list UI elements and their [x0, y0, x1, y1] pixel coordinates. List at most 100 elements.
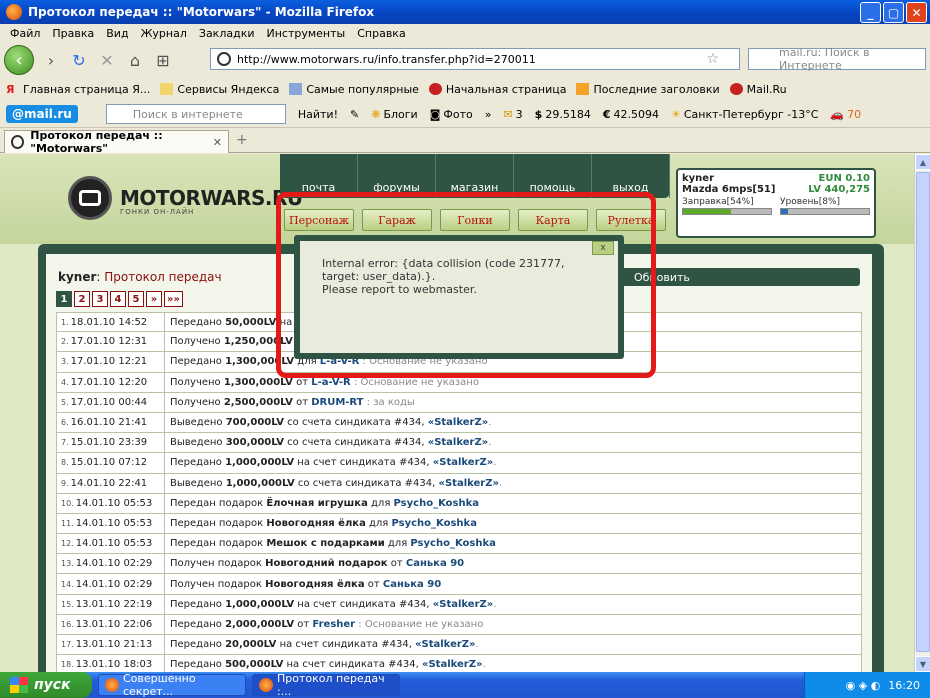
row-amount: Новогодняя ёлка — [266, 517, 366, 529]
row-counterparty[interactable]: L-a-V-R — [311, 377, 351, 388]
row-counterparty[interactable]: «StalkerZ» — [415, 639, 475, 650]
tab-close-icon[interactable]: ✕ — [213, 136, 222, 149]
bookmark-star-icon[interactable]: ☆ — [706, 51, 719, 67]
find-button[interactable]: Найти! — [298, 108, 338, 121]
clock: 16:20 — [888, 678, 920, 692]
row-date: 16. 13.01.10 22:06 — [57, 614, 165, 634]
row-number: 15. — [61, 599, 74, 609]
page-link[interactable]: » — [146, 291, 162, 307]
menu-bookmarks[interactable]: Закладки — [193, 27, 261, 40]
bookmark-mailru[interactable]: Mail.Ru — [729, 83, 787, 96]
table-row: 5. 17.01.10 00:44 Получено 2,500,000LV от … — [56, 392, 862, 413]
row-description: Получен подарок Новогодний подарок от Са… — [165, 554, 464, 573]
user-name[interactable]: kyner — [682, 173, 714, 184]
row-datetime: 14.01.10 05:53 — [75, 517, 153, 529]
menu-help[interactable]: Справка — [351, 27, 411, 40]
scroll-up-icon[interactable]: ▲ — [915, 154, 930, 170]
usd-rate[interactable]: $29.5184 — [535, 108, 591, 121]
row-datetime: 17.01.10 12:31 — [70, 336, 148, 348]
row-counterparty[interactable]: «StalkerZ» — [439, 478, 499, 489]
row-counterparty[interactable]: Psycho_Koshka — [392, 518, 477, 529]
page-link[interactable]: »» — [164, 291, 183, 307]
user-car[interactable]: Mazda 6mps[51] — [682, 184, 775, 195]
dialog-close-button[interactable]: x — [592, 241, 614, 255]
menu-edit[interactable]: Правка — [46, 27, 100, 40]
stop-icon[interactable]: ✕ — [96, 49, 118, 71]
tray-icons[interactable]: ◉ ◈ ◐ — [846, 679, 881, 692]
bookmark-start-page[interactable]: Начальная страница — [428, 83, 566, 96]
eur-rate[interactable]: €42.5094 — [603, 108, 659, 121]
row-number: 3. — [61, 357, 69, 367]
table-row: 14. 14.01.10 02:29 Получен подарок Новогод… — [56, 574, 862, 595]
taskbar-item-secret[interactable]: Совершенно секрет... — [98, 672, 246, 698]
new-tab-button[interactable]: + — [236, 132, 248, 148]
page-link[interactable]: 2 — [74, 291, 90, 307]
page-scrollbar[interactable]: ▲ ▼ — [914, 154, 930, 672]
cars-count[interactable]: 🚗 70 — [830, 108, 861, 121]
table-row: 18. 13.01.10 18:03 Передано 500,000LV на с… — [56, 655, 862, 672]
row-counterparty[interactable]: DRUM-RT — [311, 397, 363, 408]
level-label: Уровень[8%] — [780, 197, 841, 207]
row-action: Передано — [170, 356, 226, 368]
row-counterparty[interactable]: «StalkerZ» — [433, 457, 493, 468]
row-counterparty[interactable]: «StalkerZ» — [433, 599, 493, 610]
home-icon[interactable]: ⌂ — [124, 49, 146, 71]
menu-bar: Файл Правка Вид Журнал Закладки Инструме… — [0, 24, 930, 43]
row-amount: 1,000,000LV — [225, 598, 295, 610]
row-counterparty[interactable]: Psycho_Koshka — [410, 538, 495, 549]
tab-bar: Протокол передач :: "Motorwars" ✕ + — [0, 128, 930, 155]
pencil-icon[interactable]: ✎ — [350, 108, 359, 121]
page-link[interactable]: 3 — [92, 291, 108, 307]
mailru-search-input[interactable]: Поиск в интернете — [105, 104, 286, 124]
row-amount: 700,000LV — [225, 417, 284, 429]
url-bar[interactable]: http://www.motorwars.ru/info.transfer.ph… — [210, 48, 740, 70]
row-counterparty[interactable]: Санька 90 — [406, 558, 464, 569]
mail-count[interactable]: ✉ 3 — [503, 108, 522, 121]
row-date: 18. 13.01.10 18:03 — [57, 655, 165, 672]
row-counterparty[interactable]: «StalkerZ» — [428, 417, 488, 428]
taskbar-item-transfers[interactable]: Протокол передач :... — [252, 672, 400, 698]
blogs-button[interactable]: ❋ Блоги — [371, 108, 417, 121]
reload-icon[interactable]: ↻ — [68, 49, 90, 71]
bookmark-headlines[interactable]: Последние заголовки — [576, 83, 720, 96]
addon-icon[interactable]: ⊞ — [152, 49, 174, 71]
bookmark-yandex-home[interactable]: Я Главная страница Я... — [6, 83, 150, 97]
close-button[interactable]: ✕ — [906, 2, 927, 23]
more-chevron-icon[interactable]: » — [485, 108, 492, 121]
row-datetime: 14.01.10 22:41 — [70, 477, 148, 489]
minimize-button[interactable]: _ — [860, 2, 881, 23]
scroll-thumb[interactable] — [916, 172, 930, 652]
weather[interactable]: ☀ Санкт-Петербург -13°C — [671, 108, 818, 121]
mailru-logo[interactable]: @mail.ru — [6, 105, 78, 123]
forward-dropdown-icon[interactable]: › — [40, 49, 62, 71]
row-counterparty[interactable]: Fresher — [312, 619, 355, 630]
page-link[interactable]: 5 — [128, 291, 144, 307]
page-link[interactable]: 4 — [110, 291, 126, 307]
back-button[interactable]: ‹ — [4, 45, 34, 75]
photo-button[interactable]: ◙ Фото — [430, 108, 473, 121]
row-counterparty[interactable]: Psycho_Koshka — [394, 498, 479, 509]
row-amount: Мешок с подарками — [266, 538, 385, 550]
scroll-down-icon[interactable]: ▼ — [915, 656, 930, 672]
bookmark-yandex-services[interactable]: Сервисы Яндекса — [160, 83, 279, 96]
search-input[interactable]: mail.ru: Поиск в Интернете — [748, 46, 926, 72]
row-datetime: 13.01.10 18:03 — [75, 659, 153, 671]
row-action: Выведено — [170, 417, 226, 429]
row-counterparty[interactable]: Санька 90 — [383, 579, 441, 590]
menu-history[interactable]: Журнал — [135, 27, 193, 40]
bookmark-popular[interactable]: Самые популярные — [289, 83, 419, 96]
row-counterparty[interactable]: «StalkerZ» — [428, 437, 488, 448]
page-link[interactable]: 1 — [56, 291, 72, 307]
row-counterparty[interactable]: «StalkerZ» — [422, 659, 482, 670]
tab-current[interactable]: Протокол передач :: "Motorwars" ✕ — [4, 129, 229, 155]
menu-tools[interactable]: Инструменты — [261, 27, 352, 40]
start-button[interactable]: пуск — [0, 672, 92, 698]
maximize-button[interactable]: ▢ — [883, 2, 904, 23]
row-datetime: 16.01.10 21:41 — [70, 417, 148, 429]
menu-view[interactable]: Вид — [100, 27, 134, 40]
row-date: 15. 13.01.10 22:19 — [57, 594, 165, 614]
error-message-report: Please report to webmaster. — [322, 283, 477, 296]
menu-file[interactable]: Файл — [4, 27, 46, 40]
site-logo[interactable]: MOTORWARS.RU ГОНКИ ОН-ЛАЙН — [68, 176, 303, 220]
table-row: 17. 13.01.10 21:13 Передано 20,000LV на сч… — [56, 635, 862, 656]
